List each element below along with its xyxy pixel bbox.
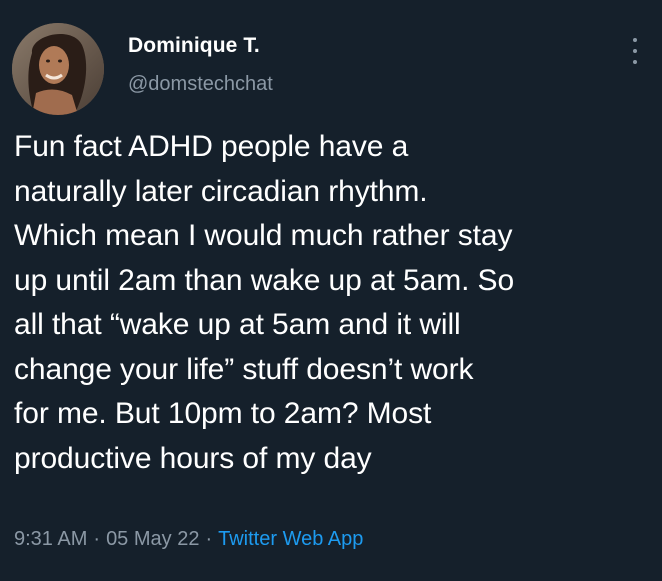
meta-separator: · [205, 528, 213, 550]
tweet-text-line: naturally later circadian rhythm. [14, 174, 428, 208]
more-icon-dot [633, 60, 637, 64]
tweet-text-line: change your life” stuff doesn’t work [14, 352, 474, 386]
more-icon-dot [633, 38, 637, 42]
tweet-text-line: up until 2am than wake up at 5am. So [14, 263, 515, 297]
more-icon[interactable] [630, 38, 640, 64]
author-handle[interactable]: @domstechchat [128, 73, 273, 96]
avatar[interactable] [12, 23, 104, 115]
tweet-meta: 9:31 AM · 05 May 22 · Twitter Web App [14, 528, 363, 551]
avatar-photo [12, 23, 104, 115]
meta-separator: · [93, 528, 101, 550]
tweet-text-line: all that “wake up at 5am and it will [14, 308, 461, 341]
tweet-date[interactable]: 05 May 22 [106, 528, 199, 550]
tweet-time[interactable]: 9:31 AM [14, 528, 87, 550]
author-display-name[interactable]: Dominique T. [128, 34, 260, 58]
tweet-text: Fun fact ADHD people have a naturally la… [14, 125, 654, 481]
tweet-card: Dominique T. @domstechchat Fun fact ADHD… [0, 0, 662, 581]
tweet-text-line: Fun fact ADHD people have a [14, 130, 409, 163]
tweet-text-line: Which mean I would much rather stay [14, 219, 513, 252]
tweet-text-line: for me. But 10pm to 2am? Most [14, 397, 432, 430]
tweet-source-link[interactable]: Twitter Web App [218, 528, 363, 550]
tweet-text-line: productive hours of my day [14, 441, 372, 475]
more-icon-dot [633, 49, 637, 53]
